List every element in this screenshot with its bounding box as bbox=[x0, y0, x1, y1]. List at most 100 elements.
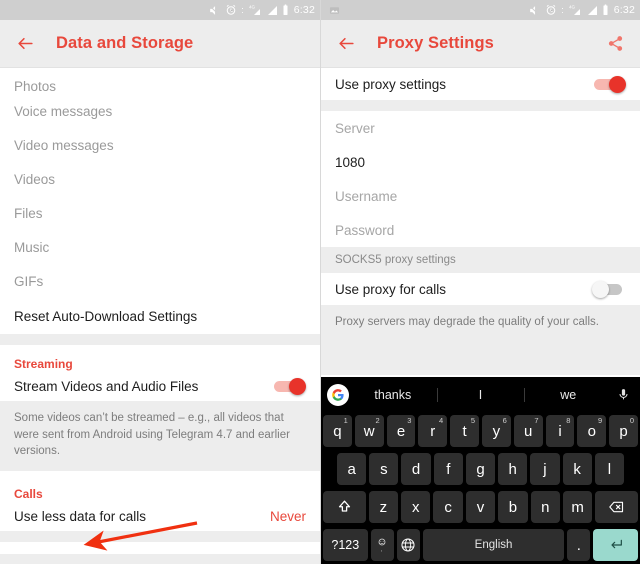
key-label: q bbox=[333, 422, 342, 440]
username-field[interactable]: Username bbox=[321, 179, 640, 213]
key-r[interactable]: 4r bbox=[418, 415, 448, 447]
key-m[interactable]: m bbox=[562, 491, 593, 523]
key-superscript: 3 bbox=[407, 416, 412, 425]
battery-icon bbox=[603, 4, 608, 15]
list-item[interactable]: Files bbox=[0, 196, 320, 230]
key-label: e bbox=[396, 422, 406, 440]
dual-screenshot-container: : 4G 6:32 Data and Storage Photos Voice … bbox=[0, 0, 640, 564]
alarm-icon bbox=[226, 4, 236, 15]
list-item[interactable]: GIFs bbox=[0, 264, 320, 298]
key-o[interactable]: 9o bbox=[577, 415, 607, 447]
key-i[interactable]: 8i bbox=[545, 415, 575, 447]
suggestion-item[interactable]: thanks bbox=[349, 388, 437, 402]
key-s[interactable]: s bbox=[369, 453, 399, 485]
microphone-icon[interactable] bbox=[612, 388, 634, 401]
emoji-comma-key[interactable]: , bbox=[370, 529, 394, 561]
symbols-key[interactable]: ?123 bbox=[323, 529, 368, 561]
list-item[interactable]: Video messages bbox=[0, 128, 320, 162]
toggle-knob bbox=[592, 281, 609, 298]
key-u[interactable]: 7u bbox=[513, 415, 543, 447]
key-k[interactable]: k bbox=[562, 453, 592, 485]
list-item[interactable]: Music bbox=[0, 230, 320, 264]
port-field-text: 1080 bbox=[335, 154, 366, 170]
list-item-label: Photos bbox=[14, 79, 57, 94]
use-proxy-settings-toggle[interactable] bbox=[592, 75, 626, 93]
use-proxy-settings-row[interactable]: Use proxy settings bbox=[321, 68, 640, 100]
key-label: m bbox=[571, 498, 584, 516]
key-superscript: 8 bbox=[566, 416, 571, 425]
key-v[interactable]: v bbox=[465, 491, 496, 523]
key-label: b bbox=[508, 498, 518, 516]
back-arrow-icon[interactable] bbox=[12, 31, 38, 57]
space-key[interactable]: English bbox=[422, 529, 565, 561]
key-label: s bbox=[380, 460, 388, 478]
use-proxy-for-calls-toggle[interactable] bbox=[592, 280, 626, 298]
signal-icon bbox=[587, 6, 597, 15]
key-b[interactable]: b bbox=[498, 491, 528, 523]
key-e[interactable]: 3e bbox=[386, 415, 416, 447]
key-j[interactable]: j bbox=[530, 453, 560, 485]
port-field[interactable]: 1080 bbox=[321, 145, 640, 179]
key-f[interactable]: f bbox=[433, 453, 463, 485]
suggestion-item[interactable]: I bbox=[437, 388, 525, 402]
key-label: . bbox=[576, 536, 581, 554]
key-n[interactable]: n bbox=[530, 491, 560, 523]
key-label: k bbox=[573, 460, 581, 478]
key-p[interactable]: 0p bbox=[609, 415, 638, 447]
key-label: a bbox=[347, 460, 356, 478]
key-c[interactable]: c bbox=[433, 491, 463, 523]
reset-auto-download-settings-item[interactable]: Reset Auto-Download Settings bbox=[0, 298, 320, 334]
shift-icon[interactable] bbox=[323, 491, 366, 523]
share-icon[interactable] bbox=[602, 31, 628, 57]
key-z[interactable]: z bbox=[368, 491, 399, 523]
use-less-data-for-calls-row[interactable]: Use less data for calls Never bbox=[0, 501, 320, 532]
key-g[interactable]: g bbox=[465, 453, 496, 485]
key-y[interactable]: 6y bbox=[482, 415, 511, 447]
key-label: g bbox=[476, 460, 485, 478]
key-a[interactable]: a bbox=[337, 453, 367, 485]
signal-4g-label: : bbox=[241, 5, 244, 15]
key-l[interactable]: l bbox=[594, 453, 624, 485]
key-label: f bbox=[446, 460, 451, 478]
list-item[interactable]: Videos bbox=[0, 162, 320, 196]
key-label: t bbox=[462, 422, 467, 440]
backspace-icon[interactable] bbox=[595, 491, 638, 523]
period-key[interactable]: . bbox=[567, 529, 591, 561]
stream-videos-row[interactable]: Stream Videos and Audio Files bbox=[0, 371, 320, 401]
battery-icon bbox=[283, 4, 288, 15]
key-label: d bbox=[411, 460, 421, 478]
key-d[interactable]: d bbox=[401, 453, 431, 485]
suggestion-item[interactable]: we bbox=[524, 388, 612, 402]
enter-icon[interactable] bbox=[593, 529, 638, 561]
signal-separator: : bbox=[561, 5, 564, 15]
server-field[interactable]: Server bbox=[321, 111, 640, 145]
google-logo-icon[interactable] bbox=[327, 383, 349, 406]
key-h[interactable]: h bbox=[498, 453, 528, 485]
key-label: c bbox=[444, 498, 452, 516]
list-item[interactable]: Photos bbox=[0, 68, 320, 94]
stream-videos-toggle[interactable] bbox=[272, 377, 306, 395]
use-proxy-settings-label: Use proxy settings bbox=[335, 76, 447, 92]
password-field[interactable]: Password bbox=[321, 213, 640, 247]
keyboard-row-1: 1q 2w 3e 4r 5t 6y 7u 8i 9o 0p bbox=[321, 412, 640, 450]
signal-icon bbox=[267, 6, 277, 15]
key-label: j bbox=[543, 460, 547, 478]
key-w[interactable]: 2w bbox=[354, 415, 384, 447]
key-superscript: 7 bbox=[534, 416, 539, 425]
key-t[interactable]: 5t bbox=[450, 415, 479, 447]
key-label: r bbox=[430, 422, 436, 440]
signal-4g-icon: 4G bbox=[569, 5, 580, 15]
list-item[interactable]: Voice messages bbox=[0, 94, 320, 128]
key-label: English bbox=[474, 539, 513, 551]
key-superscript: 2 bbox=[375, 416, 380, 425]
status-bar-clock: 6:32 bbox=[293, 4, 315, 16]
globe-icon[interactable] bbox=[396, 529, 420, 561]
key-x[interactable]: x bbox=[401, 491, 431, 523]
use-proxy-for-calls-row[interactable]: Use proxy for calls bbox=[321, 273, 640, 305]
key-label: l bbox=[607, 460, 612, 478]
left-screen-data-and-storage: : 4G 6:32 Data and Storage Photos Voice … bbox=[0, 0, 320, 564]
back-arrow-icon[interactable] bbox=[333, 31, 359, 57]
key-q[interactable]: 1q bbox=[323, 415, 352, 447]
username-field-text: Username bbox=[335, 188, 398, 204]
proxy-calls-note: Proxy servers may degrade the quality of… bbox=[321, 305, 640, 375]
